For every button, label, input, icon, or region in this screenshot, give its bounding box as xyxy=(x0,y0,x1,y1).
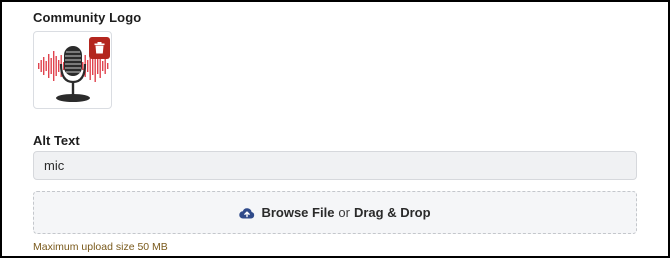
community-logo-preview xyxy=(33,31,112,109)
or-separator: or xyxy=(338,205,350,220)
trash-icon xyxy=(94,42,105,54)
browse-file-link[interactable]: Browse File xyxy=(261,205,334,220)
alt-text-label: Alt Text xyxy=(33,133,80,148)
community-settings-panel: Community Logo Alt Text mic Browse File … xyxy=(0,0,670,258)
delete-logo-button[interactable] xyxy=(89,37,110,59)
drag-drop-label: Drag & Drop xyxy=(353,205,431,220)
upload-size-hint: Maximum upload size 50 MB xyxy=(33,241,168,253)
file-dropzone[interactable]: Browse File or Drag & Drop xyxy=(33,191,637,234)
alt-text-input[interactable] xyxy=(33,151,637,180)
community-logo-label: Community Logo xyxy=(33,10,142,25)
cloud-upload-icon xyxy=(239,207,255,219)
